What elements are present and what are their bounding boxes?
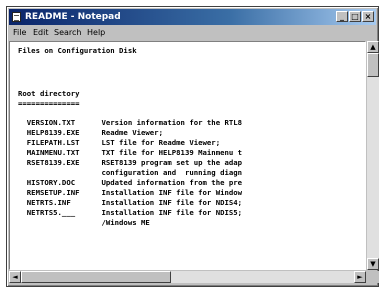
notepad-icon[interactable] [12,12,21,22]
scroll-left-arrow-icon[interactable]: ◄ [9,271,21,283]
vertical-scroll-thumb[interactable] [367,53,379,77]
text-line: NETRTS.INF Installation INF file for NDI… [18,198,243,207]
menu-edit[interactable]: Edit [33,26,49,40]
text-line: Root directory [18,89,80,98]
text-line: Files on Configuration Disk [18,46,137,55]
text-line: MAINMENU.TXT TXT file for HELP8139 Mainm… [18,148,243,157]
horizontal-scrollbar[interactable]: ◄ ► [9,271,366,283]
menu-bar: File Edit Search Help [9,26,376,40]
minimize-button[interactable]: _ [336,11,348,22]
text-line: configuration and running diagn [18,168,243,177]
text-line: REMSETUP.INF Installation INF file for W… [18,188,243,197]
text-line: RSET8139.EXE RSET8139 program set up the… [18,158,243,167]
text-line: NETRTS5.___ Installation INF file for ND… [18,208,243,217]
horizontal-scroll-thumb[interactable] [21,271,171,283]
text-line: HELP8139.EXE Readme Viewer; [18,128,163,137]
menu-help[interactable]: Help [87,26,105,40]
scroll-right-arrow-icon[interactable]: ► [354,271,366,283]
close-button[interactable]: × [362,11,374,22]
window-title: README - Notepad [25,12,121,22]
text-line: HISTORY.DOC Updated information from the… [18,178,243,187]
size-grip[interactable] [367,271,379,283]
title-bar[interactable]: README - Notepad _ □ × [9,9,376,25]
text-line: FILEPATH.LST LST file for Readme Viewer; [18,138,221,147]
scroll-down-arrow-icon[interactable]: ▼ [367,258,379,270]
notepad-window: README - Notepad _ □ × File Edit Search … [6,6,379,287]
text-line: VERSION.TXT Version information for the … [18,118,243,127]
text-editor[interactable]: Files on Configuration Disk Root directo… [9,41,366,270]
text-line: /Windows ME [18,218,150,227]
menu-file[interactable]: File [13,26,26,40]
maximize-button[interactable]: □ [349,11,361,22]
vertical-scrollbar[interactable]: ▲ ▼ [367,41,379,270]
text-line: ============== [18,99,80,108]
menu-search[interactable]: Search [54,26,81,40]
scroll-up-arrow-icon[interactable]: ▲ [367,41,379,53]
